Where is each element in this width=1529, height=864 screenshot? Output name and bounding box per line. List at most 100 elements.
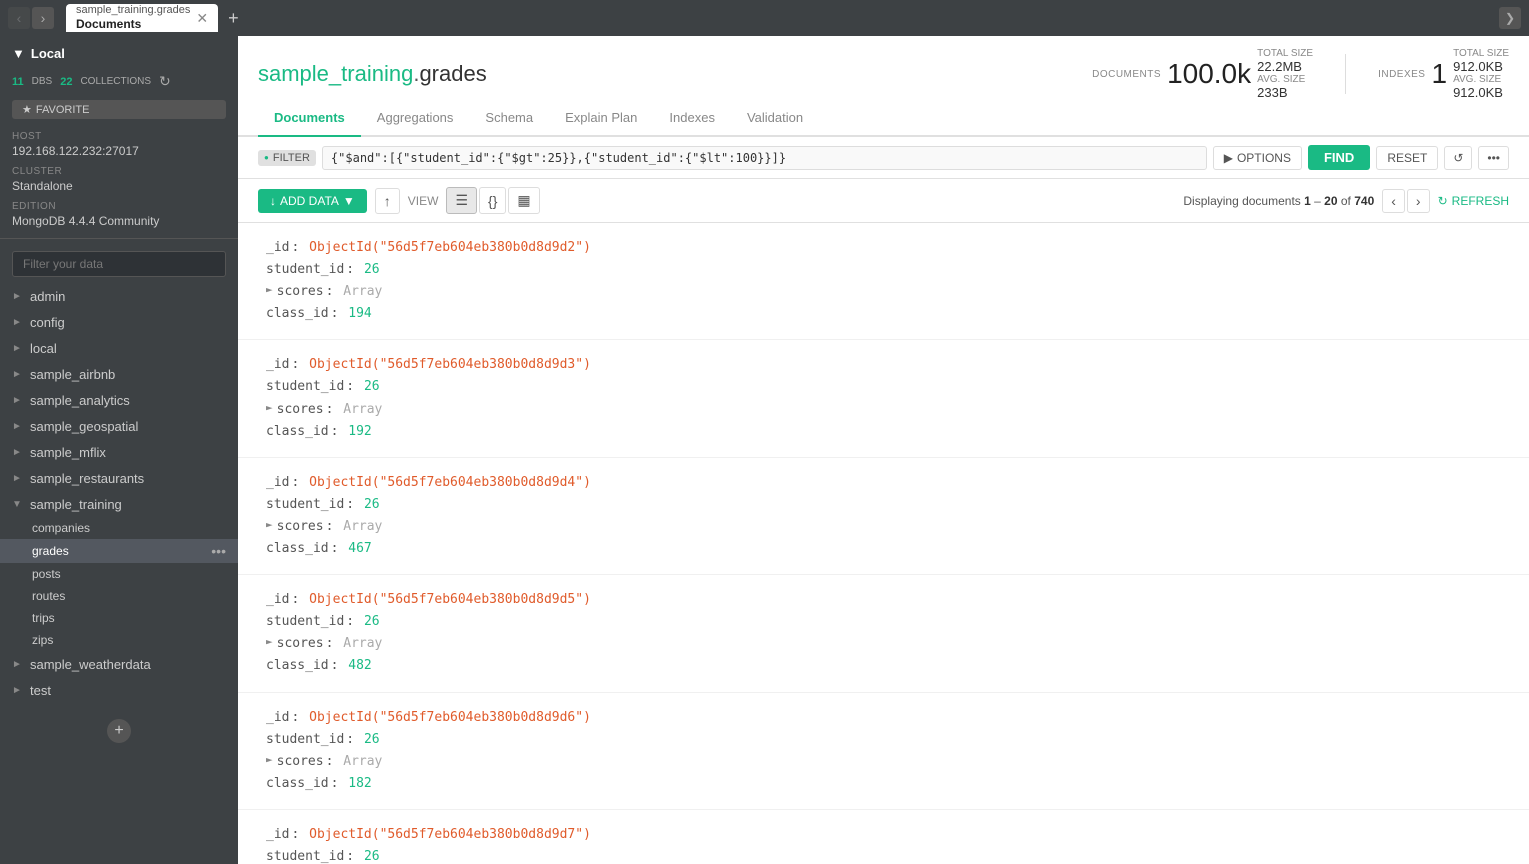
filter-input[interactable] [12, 251, 226, 277]
sidebar-item-sample_analytics[interactable]: ► sample_analytics ••• [0, 387, 238, 413]
next-page-button[interactable]: › [1407, 189, 1430, 213]
tab-title: sample_training.grades [76, 4, 190, 17]
triangle-icon: ▶ [1224, 151, 1233, 165]
doc-student-id-field: student_id: 26 [266, 376, 1509, 398]
tab-indexes[interactable]: Indexes [653, 100, 731, 137]
doc-student-id-field: student_id: 26 [266, 494, 1509, 516]
chevron-down-icon: ▼ [343, 194, 355, 208]
sidebar-item-sample_weatherdata[interactable]: ► sample_weatherdata ••• [0, 651, 238, 677]
chevron-icon: ▼ [12, 499, 24, 510]
total-size-value: 22.2MB [1257, 59, 1313, 74]
doc-scores-field: ►scores: Array [266, 633, 1509, 655]
refresh-button[interactable]: ↻ REFRESH [1438, 194, 1509, 208]
database-list: ► admin ••• ► config ••• ► local ••• ► s… [0, 283, 238, 703]
avg-size-label: AVG. SIZE [1257, 74, 1313, 85]
list-view-button[interactable]: ☰ [446, 187, 477, 214]
tab-schema[interactable]: Schema [469, 100, 549, 137]
add-data-button[interactable]: ↓ ADD DATA ▼ [258, 189, 367, 213]
add-connection-button[interactable]: + [107, 719, 131, 743]
documents-count: 100.0k [1167, 58, 1251, 90]
nav-back-button[interactable]: ‹ [8, 7, 30, 29]
collection-count: 22 [60, 76, 72, 88]
cluster-value: Standalone [12, 179, 226, 193]
filter-value[interactable]: {"$and":[{"student_id":{"$gt":25}},{"stu… [322, 146, 1207, 170]
prev-page-button[interactable]: ‹ [1382, 189, 1405, 213]
pagination-nav: ‹ › [1382, 189, 1429, 213]
doc-id-field: _id: ObjectId("56d5f7eb604eb380b0d8d9d7"… [266, 824, 1509, 846]
filter-badge: ● FILTER [258, 150, 316, 166]
tab-close-button[interactable]: ✕ [196, 11, 208, 25]
sidebar-item-config[interactable]: ► config ••• [0, 309, 238, 335]
tab-validation[interactable]: Validation [731, 100, 819, 137]
sidebar-item-test[interactable]: ► test ••• [0, 677, 238, 703]
active-tab[interactable]: sample_training.grades Documents ✕ [66, 4, 218, 32]
collection-item-zips[interactable]: zips [0, 629, 238, 651]
reset-button[interactable]: RESET [1376, 146, 1438, 170]
options-button[interactable]: ▶ OPTIONS [1213, 146, 1302, 170]
doc-id-field: _id: ObjectId("56d5f7eb604eb380b0d8d9d4"… [266, 472, 1509, 494]
sidebar-item-sample_training[interactable]: ▼ sample_training ••• [0, 491, 238, 517]
table-view-button[interactable]: ▦ [508, 187, 539, 214]
table-row: _id: ObjectId("56d5f7eb604eb380b0d8d9d7"… [238, 810, 1529, 864]
cluster-label: CLUSTER [12, 166, 226, 177]
sidebar-refresh-button[interactable]: ↻ [159, 73, 171, 90]
doc-id-field: _id: ObjectId("56d5f7eb604eb380b0d8d9d3"… [266, 354, 1509, 376]
sidebar-item-local[interactable]: ► local ••• [0, 335, 238, 361]
sidebar-item-sample_mflix[interactable]: ► sample_mflix ••• [0, 439, 238, 465]
index-size-stats: TOTAL SIZE 912.0KB AVG. SIZE 912.0KB [1453, 48, 1509, 100]
collection-item-grades[interactable]: grades ••• [0, 539, 238, 563]
find-button[interactable]: FIND [1308, 145, 1370, 170]
index-total-value: 912.0KB [1453, 59, 1509, 74]
sidebar-item-sample_geospatial[interactable]: ► sample_geospatial ••• [0, 413, 238, 439]
size-stats: TOTAL SIZE 22.2MB AVG. SIZE 233B [1257, 48, 1313, 100]
db-name-label: admin [30, 289, 203, 304]
edition-label: EDITION [12, 201, 226, 212]
doc-class-id-field: class_id: 482 [266, 655, 1509, 677]
doc-student-id-field: student_id: 26 [266, 611, 1509, 633]
history-button[interactable]: ↺ [1444, 146, 1472, 170]
db-name-label: config [30, 315, 203, 330]
more-options-button[interactable]: ••• [1478, 146, 1509, 170]
collection-item-routes[interactable]: routes [0, 585, 238, 607]
collection-item-companies[interactable]: companies [0, 517, 238, 539]
doc-student-id-field: student_id: 26 [266, 259, 1509, 281]
collection-item-trips[interactable]: trips [0, 607, 238, 629]
main-layout: ▼ Local 11 DBS 22 COLLECTIONS ↻ ★ FAVORI… [0, 36, 1529, 864]
doc-id-field: _id: ObjectId("56d5f7eb604eb380b0d8d9d6"… [266, 707, 1509, 729]
chevron-icon: ► [12, 317, 24, 328]
doc-class-id-field: class_id: 192 [266, 421, 1509, 443]
indexes-stat: INDEXES 1 TOTAL SIZE 912.0KB AVG. SIZE 9… [1378, 48, 1509, 100]
collection-item-posts[interactable]: posts [0, 563, 238, 585]
documents-label: DOCUMENTS [1092, 69, 1161, 80]
sidebar-item-sample_restaurants[interactable]: ► sample_restaurants ••• [0, 465, 238, 491]
collection-name-label: zips [32, 633, 226, 647]
db-name-label: sample_mflix [30, 445, 203, 460]
index-avg-label: AVG. SIZE [1453, 74, 1509, 85]
sidebar-item-sample_airbnb[interactable]: ► sample_airbnb ••• [0, 361, 238, 387]
db-name-label: sample_geospatial [30, 419, 203, 434]
documents-stat: DOCUMENTS 100.0k TOTAL SIZE 22.2MB AVG. … [1092, 48, 1313, 100]
nav-forward-button[interactable]: › [32, 7, 54, 29]
sidebar-item-admin[interactable]: ► admin ••• [0, 283, 238, 309]
index-total-label: TOTAL SIZE [1453, 48, 1509, 59]
doc-student-id-field: student_id: 26 [266, 846, 1509, 864]
tab-explain-plan[interactable]: Explain Plan [549, 100, 653, 137]
new-tab-button[interactable]: + [222, 6, 245, 31]
tab-documents[interactable]: Documents [258, 100, 361, 137]
view-label: VIEW [408, 194, 439, 208]
tab-bar: ‹ › sample_training.grades Documents ✕ +… [0, 0, 1529, 36]
favorite-button[interactable]: ★ FAVORITE [12, 100, 226, 119]
connection-label: ▼ Local [12, 46, 226, 61]
export-button[interactable]: ↑ [375, 188, 400, 214]
filter-dot: ● [264, 153, 269, 162]
json-view-button[interactable]: {} [479, 187, 506, 214]
tab-aggregations[interactable]: Aggregations [361, 100, 470, 137]
doc-class-id-field: class_id: 467 [266, 538, 1509, 560]
doc-id-field: _id: ObjectId("56d5f7eb604eb380b0d8d9d5"… [266, 589, 1509, 611]
table-row: _id: ObjectId("56d5f7eb604eb380b0d8d9d5"… [238, 575, 1529, 692]
sidebar-meta: 11 DBS 22 COLLECTIONS ↻ [0, 67, 238, 96]
collection-more-icon[interactable]: ••• [211, 543, 226, 559]
expand-button[interactable]: ❯ [1499, 7, 1521, 29]
view-toolbar: ↓ ADD DATA ▼ ↑ VIEW ☰ {} ▦ Displaying do… [238, 179, 1529, 223]
table-row: _id: ObjectId("56d5f7eb604eb380b0d8d9d6"… [238, 693, 1529, 810]
